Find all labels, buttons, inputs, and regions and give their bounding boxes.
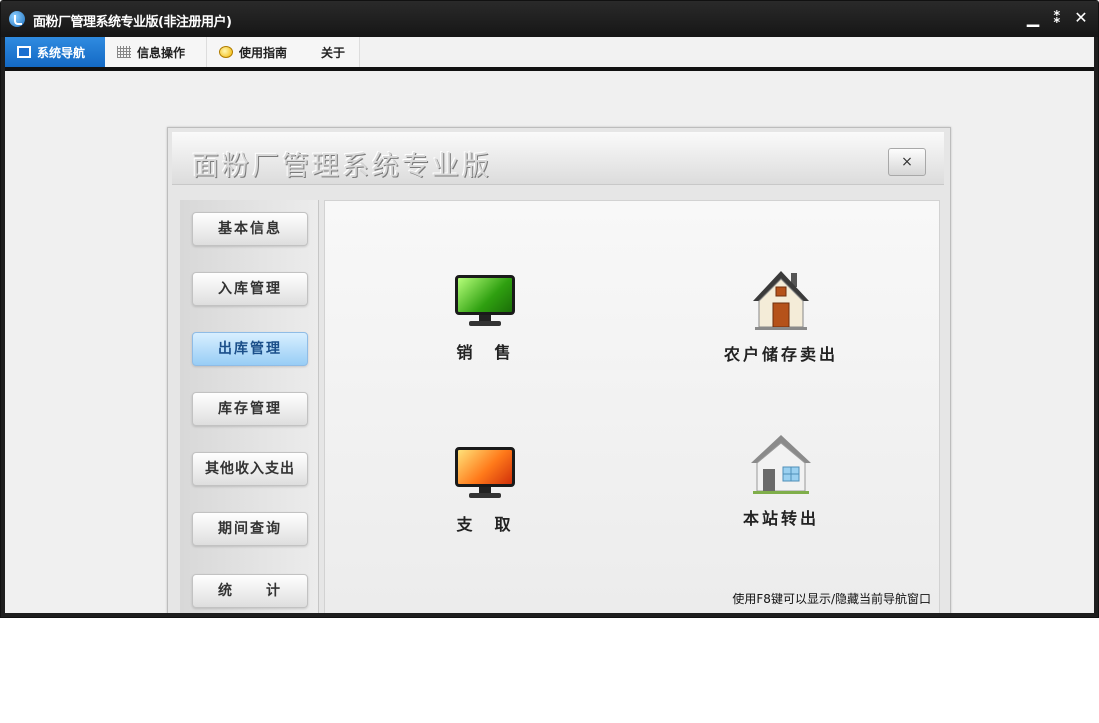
tile-withdraw[interactable]: 支 取 (385, 447, 585, 535)
sidebar-item-inventory[interactable]: 库存管理 (192, 392, 308, 426)
tab-user-guide[interactable]: 使用指南 (207, 37, 310, 67)
nav-title: 面粉厂管理系统专业版 (192, 151, 492, 182)
window-controls: ▁ ⁑ ✕ (1024, 7, 1090, 29)
nav-content: 销 售 农户储存卖出 支 取 本站转出 使用F8键可以显示/隐藏当前导航窗口 (324, 200, 940, 613)
gray-house-icon (751, 433, 811, 495)
tab-about[interactable]: 关于 (309, 37, 360, 67)
tab-info-operation[interactable]: 信息操作 (105, 37, 207, 67)
green-monitor-icon (455, 275, 515, 329)
guide-icon (219, 46, 233, 58)
tab-label: 使用指南 (239, 45, 288, 60)
nav-close-button[interactable]: × (888, 148, 926, 176)
sidebar-item-period-query[interactable]: 期间查询 (192, 512, 308, 546)
app-logo-icon (9, 11, 25, 27)
navigation-window: 面粉厂管理系统专业版 × 基本信息 入库管理 出库管理 库存管理 其他收入支出 … (167, 127, 951, 613)
minimize-icon[interactable]: ▁ (1024, 7, 1042, 29)
nav-header: 面粉厂管理系统专业版 × (172, 132, 944, 185)
menu-bar: 系统导航 信息操作 使用指南 关于 (5, 37, 1094, 67)
tab-label: 关于 (321, 45, 346, 60)
sidebar-item-inbound[interactable]: 入库管理 (192, 272, 308, 306)
f8-hint-text: 使用F8键可以显示/隐藏当前导航窗口 (732, 592, 931, 606)
monitor-icon (17, 46, 31, 58)
tab-system-nav[interactable]: 系统导航 (5, 37, 106, 67)
sidebar-item-other-income[interactable]: 其他收入支出 (192, 452, 308, 486)
tile-farmer-storage-sale[interactable]: 农户储存卖出 (681, 269, 881, 365)
orange-monitor-icon (455, 447, 515, 501)
sidebar-item-basic-info[interactable]: 基本信息 (192, 212, 308, 246)
tile-sales[interactable]: 销 售 (385, 275, 585, 363)
tab-label: 系统导航 (37, 45, 86, 60)
nav-sidebar: 基本信息 入库管理 出库管理 库存管理 其他收入支出 期间查询 统 计 (180, 200, 319, 613)
workspace: 面粉厂管理系统专业版 × 基本信息 入库管理 出库管理 库存管理 其他收入支出 … (5, 71, 1094, 613)
brown-house-icon (751, 269, 811, 331)
tile-station-transfer[interactable]: 本站转出 (681, 433, 881, 529)
tab-label: 信息操作 (137, 45, 186, 60)
sidebar-item-statistics[interactable]: 统 计 (192, 574, 308, 608)
grid-icon (117, 46, 131, 58)
tile-label: 农户储存卖出 (723, 345, 838, 364)
app-window: 面粉厂管理系统专业版(非注册用户) ▁ ⁑ ✕ 系统导航 信息操作 使用指南 关… (0, 0, 1099, 618)
close-icon[interactable]: ✕ (1072, 7, 1090, 29)
tile-label: 支 取 (456, 515, 514, 534)
window-title: 面粉厂管理系统专业版(非注册用户) (33, 15, 232, 30)
restore-icon[interactable]: ⁑ (1048, 7, 1066, 29)
tile-label: 销 售 (456, 343, 514, 362)
tile-label: 本站转出 (742, 509, 819, 528)
title-bar: 面粉厂管理系统专业版(非注册用户) ▁ ⁑ ✕ (1, 1, 1098, 37)
sidebar-item-outbound[interactable]: 出库管理 (192, 332, 308, 366)
